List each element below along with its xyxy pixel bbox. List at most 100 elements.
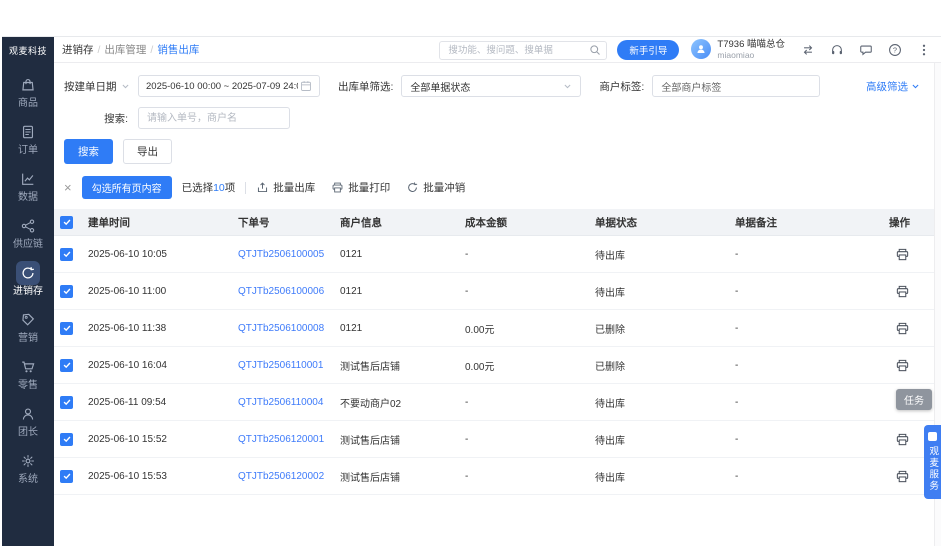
user-box[interactable]: T7936 喵喵总仓 miaomiao	[691, 39, 785, 61]
order-search-input[interactable]	[138, 107, 290, 129]
close-icon[interactable]: ×	[64, 181, 72, 194]
sidebar-item-inventory[interactable]: 进销存	[2, 255, 54, 302]
print-icon[interactable]	[895, 432, 910, 447]
service-tab[interactable]: 观麦服务	[924, 425, 941, 499]
selected-count: 10	[213, 182, 225, 194]
sidebar-item-goods[interactable]: 商品	[2, 67, 54, 114]
inventory-cycle-icon	[16, 261, 40, 285]
bulk-outbound-button[interactable]: 批量出库	[256, 180, 315, 195]
row-checkbox[interactable]	[60, 359, 73, 372]
print-icon[interactable]	[895, 284, 910, 299]
order-doc-icon	[16, 120, 40, 144]
print-icon[interactable]	[895, 358, 910, 373]
row-checkbox[interactable]	[60, 396, 73, 409]
swap-icon[interactable]	[801, 43, 815, 57]
order-link[interactable]: QTJTb2506110001	[238, 360, 323, 371]
system-gear-icon	[16, 449, 40, 473]
date-range-input[interactable]	[146, 81, 298, 92]
more-icon[interactable]	[917, 43, 931, 57]
breadcrumb: 进销存 / 出库管理 / 销售出库	[62, 42, 199, 57]
cell-status: 待出库	[595, 247, 735, 262]
print-icon[interactable]	[895, 247, 910, 262]
col-header-merchant: 商户信息	[340, 215, 465, 230]
service-tab-label: 观麦服务	[928, 446, 938, 492]
chevron-down-icon	[121, 82, 130, 91]
cell-cost: -	[465, 471, 595, 482]
advanced-filter-label: 高级筛选	[866, 79, 908, 94]
service-logo-icon	[928, 432, 937, 441]
cell-status: 待出库	[595, 395, 735, 410]
print-icon[interactable]	[895, 321, 910, 336]
sidebar-item-marketing[interactable]: 营销	[2, 302, 54, 349]
orders-table: 建单时间 下单号 商户信息 成本金额 单据状态 单据备注 操作 2025-06-…	[54, 209, 934, 495]
supply-chain-icon	[16, 214, 40, 238]
select-all-pages-button[interactable]: 勾选所有页内容	[82, 176, 172, 199]
order-link[interactable]: QTJTb2506120002	[238, 471, 324, 482]
help-icon[interactable]: ?	[888, 43, 902, 57]
cell-remark: -	[735, 360, 885, 371]
export-button[interactable]: 导出	[123, 139, 172, 164]
advanced-filter-toggle[interactable]: 高级筛选	[866, 79, 920, 94]
sidebar: 观麦科技 商品 订单 数据	[2, 37, 54, 546]
chevron-down-icon	[563, 82, 572, 91]
avatar[interactable]	[691, 39, 711, 59]
order-link[interactable]: QTJTb2506100006	[238, 286, 324, 297]
cell-remark: -	[735, 397, 885, 408]
row-checkbox[interactable]	[60, 433, 73, 446]
guide-button[interactable]: 新手引导	[617, 40, 679, 60]
chat-icon[interactable]	[859, 43, 873, 57]
merchant-tag-input[interactable]	[652, 75, 820, 97]
status-select[interactable]: 全部单据状态	[401, 75, 581, 97]
sidebar-item-label: 团长	[18, 428, 38, 438]
cell-merchant: 测试售后店铺	[340, 432, 465, 447]
search-button[interactable]: 搜索	[64, 139, 113, 164]
order-link[interactable]: QTJTb2506100005	[238, 249, 324, 260]
bulk-print-button[interactable]: 批量打印	[331, 180, 390, 195]
sidebar-item-label: 订单	[18, 146, 38, 156]
breadcrumb-item-outbound-mgmt[interactable]: 出库管理	[104, 42, 146, 57]
select-all-checkbox[interactable]	[60, 216, 73, 229]
col-header-remark: 单据备注	[735, 215, 885, 230]
date-range-field[interactable]	[138, 75, 320, 97]
merchant-tag-label: 商户标签:	[599, 79, 644, 94]
sidebar-item-supply-chain[interactable]: 供应链	[2, 208, 54, 255]
col-header-create-time: 建单时间	[88, 215, 238, 230]
cell-cost: 0.00元	[465, 321, 595, 336]
table-row: 2025-06-10 11:38 QTJTb2506100008 0121 0.…	[54, 310, 934, 347]
marketing-tag-icon	[16, 308, 40, 332]
row-checkbox[interactable]	[60, 248, 73, 261]
sidebar-item-retail[interactable]: 零售	[2, 349, 54, 396]
sidebar-item-label: 供应链	[13, 240, 43, 250]
cell-cost: -	[465, 249, 595, 260]
headset-icon[interactable]	[830, 43, 844, 57]
bulk-writeoff-icon	[406, 181, 419, 194]
cell-cost: -	[465, 286, 595, 297]
bulk-writeoff-button[interactable]: 批量冲销	[406, 180, 465, 195]
sidebar-item-label: 营销	[18, 334, 38, 344]
cell-merchant: 测试售后店铺	[340, 358, 465, 373]
global-search-input[interactable]	[439, 41, 607, 60]
main-content: 按建单日期 出库单筛选: 全部单据状态 商户标签: 高级筛选	[54, 63, 934, 546]
task-tag[interactable]: 任务	[896, 389, 932, 410]
row-checkbox[interactable]	[60, 470, 73, 483]
sidebar-item-data[interactable]: 数据	[2, 161, 54, 208]
cell-create-time: 2025-06-10 11:38	[88, 323, 238, 334]
cell-status: 待出库	[595, 469, 735, 484]
sidebar-menu: 商品 订单 数据 供应链	[2, 63, 54, 546]
sidebar-item-system[interactable]: 系统	[2, 443, 54, 490]
sidebar-item-label: 系统	[18, 475, 38, 485]
search-label: 搜索:	[64, 111, 130, 126]
sidebar-item-leader[interactable]: 团长	[2, 396, 54, 443]
print-icon[interactable]	[895, 469, 910, 484]
date-type-label: 按建单日期	[64, 79, 117, 94]
order-link[interactable]: QTJTb2506100008	[238, 323, 324, 334]
search-icon[interactable]	[589, 44, 601, 56]
order-link[interactable]: QTJTb2506110004	[238, 397, 323, 408]
breadcrumb-item-inventory[interactable]: 进销存	[62, 42, 94, 57]
row-checkbox[interactable]	[60, 285, 73, 298]
cell-status: 待出库	[595, 432, 735, 447]
sidebar-item-orders[interactable]: 订单	[2, 114, 54, 161]
date-type-select[interactable]: 按建单日期	[64, 79, 130, 94]
row-checkbox[interactable]	[60, 322, 73, 335]
order-link[interactable]: QTJTb2506120001	[238, 434, 324, 445]
